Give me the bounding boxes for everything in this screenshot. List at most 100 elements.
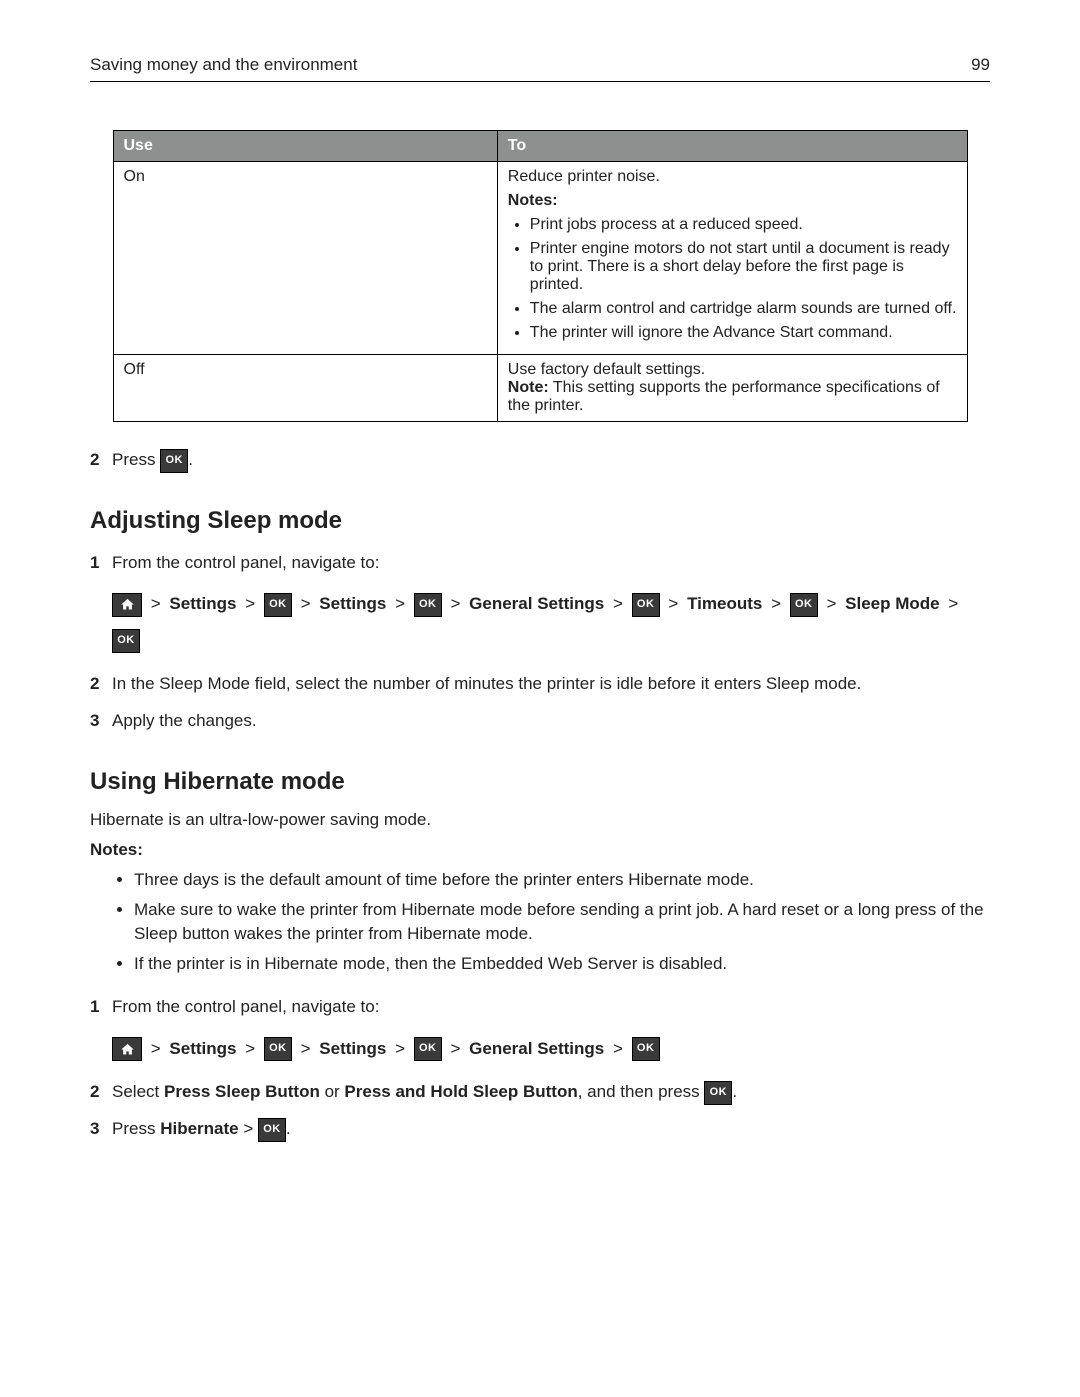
separator: >	[771, 594, 781, 613]
th-use: Use	[113, 131, 497, 162]
separator: >	[245, 594, 255, 613]
cell-off-use: Off	[113, 355, 497, 422]
nav-path-hibernate: > Settings > OK > Settings > OK > Genera…	[112, 1031, 990, 1067]
separator: >	[395, 594, 405, 613]
steps-sleep-23: 2 In the Sleep Mode field, select the nu…	[90, 670, 990, 734]
heading-sleep-mode: Adjusting Sleep mode	[90, 507, 990, 535]
page-header: Saving money and the environment 99	[90, 55, 990, 82]
step-number: 2	[90, 446, 112, 473]
off-note-text: This setting supports the performance sp…	[508, 379, 940, 414]
text: , and then press	[578, 1082, 705, 1101]
list-item: If the printer is in Hibernate mode, the…	[134, 952, 990, 976]
cell-on-to: Reduce printer noise. Notes: Print jobs …	[497, 162, 967, 355]
step-1: 1 From the control panel, navigate to:	[90, 549, 990, 576]
separator: >	[239, 1119, 258, 1138]
step-number: 3	[90, 1115, 112, 1142]
step-body: Select Press Sleep Button or Press and H…	[112, 1078, 990, 1105]
step-3: 3 Press Hibernate > OK.	[90, 1115, 990, 1142]
use-to-table: Use To On Reduce printer noise. Notes: P…	[113, 130, 968, 422]
heading-hibernate: Using Hibernate mode	[90, 768, 990, 796]
ok-icon: OK	[414, 593, 442, 617]
list-item: Print jobs process at a reduced speed.	[530, 216, 957, 234]
text: Press	[112, 450, 160, 469]
off-note: Note: This setting supports the performa…	[508, 379, 957, 415]
separator: >	[245, 1039, 255, 1058]
step-body: From the control panel, navigate to:	[112, 549, 990, 576]
step-number: 3	[90, 707, 112, 734]
step-3: 3 Apply the changes.	[90, 707, 990, 734]
separator: >	[450, 1039, 460, 1058]
nav-settings: Settings	[319, 594, 386, 613]
page-number: 99	[971, 55, 990, 75]
ok-icon: OK	[632, 1037, 660, 1061]
nav-sleep-mode: Sleep Mode	[845, 594, 939, 613]
hibernate-notes-list: Three days is the default amount of time…	[90, 868, 990, 975]
nav-general-settings: General Settings	[469, 1039, 604, 1058]
separator: >	[826, 594, 836, 613]
nav-timeouts: Timeouts	[687, 594, 762, 613]
steps-after-table: 2 Press OK.	[90, 446, 990, 473]
ok-icon: OK	[258, 1118, 286, 1142]
step-2-press-ok: 2 Press OK.	[90, 446, 990, 473]
home-icon	[112, 593, 142, 617]
option-press-hold-sleep: Press and Hold Sleep Button	[344, 1082, 577, 1101]
ok-icon: OK	[414, 1037, 442, 1061]
ok-icon: OK	[790, 593, 818, 617]
on-notes-label: Notes:	[508, 192, 957, 210]
step-number: 2	[90, 1078, 112, 1105]
separator: >	[948, 594, 958, 613]
ok-icon: OK	[632, 593, 660, 617]
on-notes-list: Print jobs process at a reduced speed. P…	[508, 216, 957, 342]
nav-settings: Settings	[169, 594, 236, 613]
text: .	[732, 1082, 737, 1101]
nav-path-sleep: > Settings > OK > Settings > OK > Genera…	[112, 586, 990, 657]
separator: >	[301, 594, 311, 613]
text: .	[286, 1119, 291, 1138]
hibernate-intro: Hibernate is an ultra‑low‑power saving m…	[90, 810, 990, 830]
nav-general-settings: General Settings	[469, 594, 604, 613]
steps-hibernate-1: 1 From the control panel, navigate to:	[90, 993, 990, 1020]
page: Saving money and the environment 99 Use …	[0, 0, 1080, 1397]
text: Press	[112, 1119, 160, 1138]
table-row-on: On Reduce printer noise. Notes: Print jo…	[113, 162, 967, 355]
option-press-sleep: Press Sleep Button	[164, 1082, 320, 1101]
step-body: In the Sleep Mode field, select the numb…	[112, 670, 990, 697]
ok-icon: OK	[264, 593, 292, 617]
off-note-label: Note:	[508, 379, 549, 396]
separator: >	[151, 594, 161, 613]
step-1: 1 From the control panel, navigate to:	[90, 993, 990, 1020]
ok-icon: OK	[264, 1037, 292, 1061]
separator: >	[301, 1039, 311, 1058]
step-number: 2	[90, 670, 112, 697]
on-summary: Reduce printer noise.	[508, 168, 957, 186]
separator: >	[613, 1039, 623, 1058]
separator: >	[668, 594, 678, 613]
cell-on-use: On	[113, 162, 497, 355]
step-number: 1	[90, 993, 112, 1020]
header-title: Saving money and the environment	[90, 55, 357, 75]
step-body: Press Hibernate > OK.	[112, 1115, 990, 1142]
separator: >	[151, 1039, 161, 1058]
step-number: 1	[90, 549, 112, 576]
home-icon	[112, 1037, 142, 1061]
list-item: The printer will ignore the Advance Star…	[530, 324, 957, 342]
separator: >	[613, 594, 623, 613]
ok-icon: OK	[160, 449, 188, 473]
text: Select	[112, 1082, 164, 1101]
steps-hibernate-23: 2 Select Press Sleep Button or Press and…	[90, 1078, 990, 1142]
list-item: Three days is the default amount of time…	[134, 868, 990, 892]
separator: >	[395, 1039, 405, 1058]
separator: >	[450, 594, 460, 613]
hibernate-notes-label: Notes:	[90, 840, 990, 860]
table-row-off: Off Use factory default settings. Note: …	[113, 355, 967, 422]
text: or	[320, 1082, 345, 1101]
cell-off-to: Use factory default settings. Note: This…	[497, 355, 967, 422]
list-item: The alarm control and cartridge alarm so…	[530, 300, 957, 318]
hibernate-label: Hibernate	[160, 1119, 238, 1138]
steps-sleep: 1 From the control panel, navigate to:	[90, 549, 990, 576]
off-summary: Use factory default settings.	[508, 361, 957, 379]
list-item: Printer engine motors do not start until…	[530, 240, 957, 294]
ok-icon: OK	[112, 629, 140, 653]
step-2: 2 Select Press Sleep Button or Press and…	[90, 1078, 990, 1105]
step-body: Apply the changes.	[112, 707, 990, 734]
